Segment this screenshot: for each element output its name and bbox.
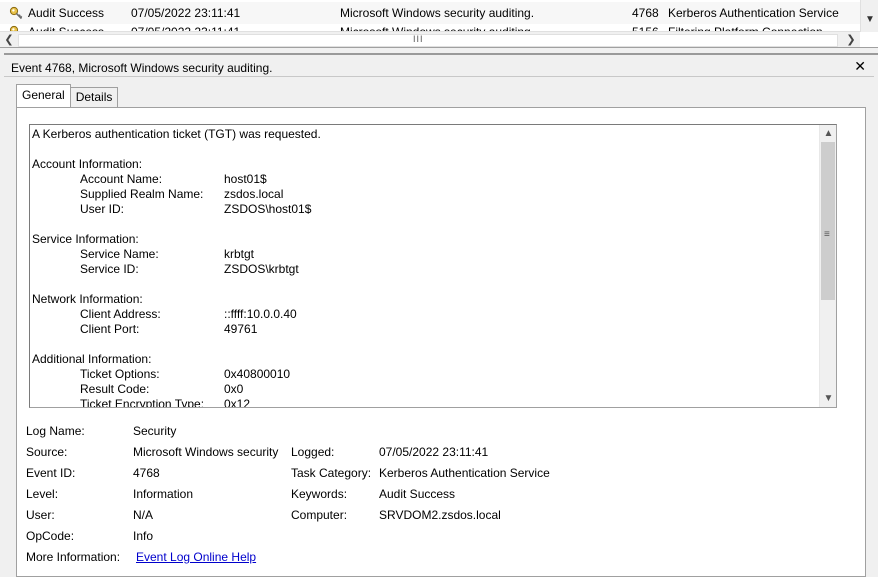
level-value: Information	[133, 487, 194, 501]
scroll-up-icon[interactable]: ▲	[820, 125, 836, 142]
event-log-online-help-link[interactable]: Event Log Online Help	[136, 550, 256, 564]
event-id-value: 4768	[133, 466, 160, 480]
scroll-grip-icon: ≡	[824, 229, 830, 240]
section-header: Network Information:	[32, 292, 143, 306]
description-vertical-scrollbar[interactable]: ▲ ≡ ▼	[819, 125, 836, 407]
keywords-value: Audit Success	[379, 487, 456, 501]
section-header: Account Information:	[32, 157, 143, 171]
log-name-value: Security	[133, 424, 177, 438]
logged-value: 07/05/2022 23:11:41	[379, 445, 489, 459]
computer-label: Computer:	[291, 508, 348, 522]
row-keywords: Audit Success	[28, 6, 105, 20]
key-icon	[9, 6, 23, 20]
field-value: 0x0	[224, 382, 244, 396]
tab-strip: General Details	[16, 84, 119, 107]
section-header: Additional Information:	[32, 352, 152, 366]
row-event-id: 4768	[632, 6, 659, 20]
scroll-grip: III	[413, 34, 424, 44]
close-icon[interactable]: ✕	[854, 59, 866, 73]
source-label: Source:	[26, 445, 68, 459]
field-label: Ticket Encryption Type:	[80, 397, 205, 408]
event-description-box[interactable]: A Kerberos authentication ticket (TGT) w…	[29, 124, 837, 408]
source-value: Microsoft Windows security	[133, 445, 279, 459]
field-label: Result Code:	[80, 382, 150, 396]
field-value: krbtgt	[224, 247, 255, 261]
list-vertical-scrollbar[interactable]: ▼	[860, 0, 878, 32]
scroll-down-icon[interactable]: ▼	[864, 14, 876, 26]
field-value: ZSDOS\krbtgt	[224, 262, 299, 276]
user-value: N/A	[133, 508, 154, 522]
row-date-time: 07/05/2022 23:11:41	[131, 6, 241, 20]
opcode-value: Info	[133, 529, 154, 543]
field-value: ::ffff:10.0.0.40	[224, 307, 297, 321]
opcode-label: OpCode:	[26, 529, 75, 543]
row-task-category: Kerberos Authentication Service	[668, 6, 839, 20]
logged-label: Logged:	[291, 445, 335, 459]
detail-title: Event 4768, Microsoft Windows security a…	[11, 61, 273, 75]
field-label: Supplied Realm Name:	[80, 187, 204, 201]
horizontal-scroll-thumb[interactable]	[18, 34, 838, 47]
description-intro: A Kerberos authentication ticket (TGT) w…	[32, 127, 321, 141]
field-label: Service Name:	[80, 247, 159, 261]
field-value: ZSDOS\host01$	[224, 202, 312, 216]
list-horizontal-scrollbar[interactable]: ❮ III ❯	[0, 31, 860, 47]
field-value: 0x12	[224, 397, 251, 408]
row-source: Microsoft Windows security auditing.	[340, 6, 535, 20]
log-name-label: Log Name:	[26, 424, 85, 438]
field-value: host01$	[224, 172, 267, 186]
field-label: Account Name:	[80, 172, 163, 186]
field-label: Ticket Options:	[80, 367, 160, 381]
field-value: 0x40800010	[224, 367, 291, 381]
computer-value: SRVDOM2.zsdos.local	[379, 508, 501, 522]
tab-general[interactable]: General	[16, 84, 71, 107]
field-value: 49761	[224, 322, 258, 336]
field-label: Client Address:	[80, 307, 161, 321]
section-header: Service Information:	[32, 232, 139, 246]
general-tab-panel: A Kerberos authentication ticket (TGT) w…	[16, 107, 866, 577]
field-label: Service ID:	[80, 262, 139, 276]
vertical-scroll-thumb[interactable]: ≡	[821, 142, 835, 300]
more-information-label: More Information:	[26, 550, 121, 564]
event-properties: Log Name: Security Source: Microsoft Win…	[26, 422, 846, 572]
keywords-label: Keywords:	[291, 487, 348, 501]
field-label: User ID:	[80, 202, 125, 216]
user-label: User:	[26, 508, 55, 522]
event-list: Audit Success 07/05/2022 23:11:41 Micros…	[0, 0, 878, 48]
event-id-label: Event ID:	[26, 466, 76, 480]
field-value: zsdos.local	[224, 187, 284, 201]
task-category-value: Kerberos Authentication Service	[379, 466, 550, 480]
tab-details[interactable]: Details	[69, 87, 119, 107]
event-description-text: A Kerberos authentication ticket (TGT) w…	[32, 127, 818, 408]
task-category-label: Task Category:	[291, 466, 372, 480]
scroll-down-icon[interactable]: ▼	[820, 390, 836, 407]
detail-header: Event 4768, Microsoft Windows security a…	[4, 57, 874, 77]
level-label: Level:	[26, 487, 59, 501]
event-detail-pane: Event 4768, Microsoft Windows security a…	[4, 53, 878, 577]
scroll-right-icon[interactable]: ❯	[844, 32, 858, 47]
field-label: Client Port:	[80, 322, 140, 336]
scroll-left-icon[interactable]: ❮	[2, 32, 16, 47]
